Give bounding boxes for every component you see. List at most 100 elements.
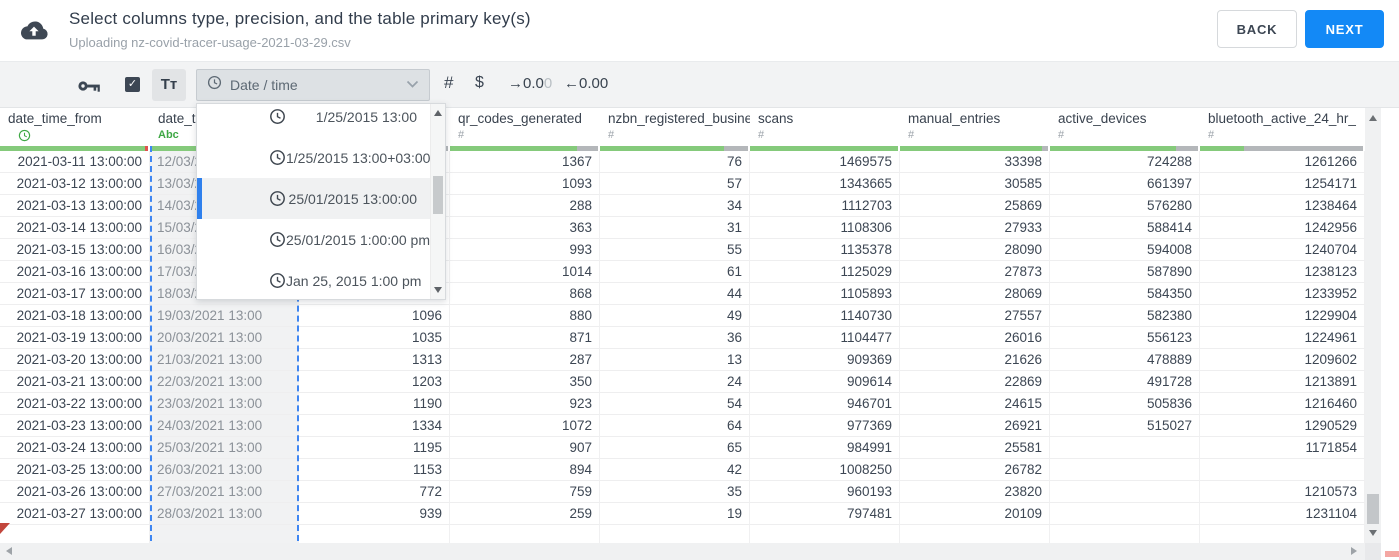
scroll-right-arrow-icon[interactable] — [1351, 547, 1357, 555]
table-cell[interactable]: 65 — [600, 437, 750, 459]
table-cell[interactable]: 1224961 — [1200, 327, 1365, 349]
table-cell[interactable]: 1195 — [299, 437, 450, 459]
table-cell[interactable]: 24615 — [900, 393, 1050, 415]
table-cell[interactable]: 1238464 — [1200, 195, 1365, 217]
table-cell[interactable]: 1112703 — [750, 195, 900, 217]
table-cell[interactable] — [1050, 459, 1200, 481]
table-cell[interactable]: 49 — [600, 305, 750, 327]
table-cell[interactable]: 2021-03-11 13:00:00 — [0, 151, 150, 173]
table-cell[interactable]: 1135378 — [750, 239, 900, 261]
format-option[interactable]: 1/25/2015 13:00+03:00 — [197, 137, 430, 178]
table-cell[interactable]: 1104477 — [750, 327, 900, 349]
scroll-up-arrow-icon[interactable] — [434, 110, 442, 116]
table-cell[interactable]: 28069 — [900, 283, 1050, 305]
table-cell[interactable]: 31 — [600, 217, 750, 239]
table-cell[interactable]: 1334 — [299, 415, 450, 437]
table-cell[interactable]: 23820 — [900, 481, 1050, 503]
table-cell[interactable]: 1203 — [299, 371, 450, 393]
table-cell[interactable]: 939 — [299, 503, 450, 525]
table-cell[interactable]: 20/03/2021 13:00 — [150, 327, 299, 349]
format-option[interactable]: 25/01/2015 1:00:00 pm — [197, 219, 430, 260]
table-cell[interactable] — [1050, 437, 1200, 459]
table-cell[interactable]: 993 — [450, 239, 600, 261]
decimal-decrease-button[interactable]: →0.00 — [508, 75, 552, 92]
table-cell[interactable]: 1008250 — [750, 459, 900, 481]
table-cell[interactable]: 2021-03-19 13:00:00 — [0, 327, 150, 349]
table-cell[interactable]: 2021-03-12 13:00:00 — [0, 173, 150, 195]
format-option[interactable]: 1/25/2015 13:00 — [197, 104, 430, 137]
table-cell[interactable]: 868 — [450, 283, 600, 305]
table-cell[interactable]: 33398 — [900, 151, 1050, 173]
table-cell[interactable]: 61 — [600, 261, 750, 283]
table-cell[interactable]: 2021-03-25 13:00:00 — [0, 459, 150, 481]
table-cell[interactable]: 1014 — [450, 261, 600, 283]
table-cell[interactable]: 1035 — [299, 327, 450, 349]
table-cell[interactable]: 54 — [600, 393, 750, 415]
table-cell[interactable]: 1213891 — [1200, 371, 1365, 393]
table-cell[interactable]: 724288 — [1050, 151, 1200, 173]
table-cell[interactable]: 27/03/2021 13:00 — [150, 481, 299, 503]
table-cell[interactable]: 894 — [450, 459, 600, 481]
table-cell[interactable]: 35 — [600, 481, 750, 503]
table-cell[interactable]: 1171854 — [1200, 437, 1365, 459]
table-cell[interactable]: 588414 — [1050, 217, 1200, 239]
table-cell[interactable]: 2021-03-23 13:00:00 — [0, 415, 150, 437]
table-cell[interactable]: 259 — [450, 503, 600, 525]
table-cell[interactable]: 23/03/2021 13:00 — [150, 393, 299, 415]
table-cell[interactable]: 594008 — [1050, 239, 1200, 261]
table-cell[interactable]: 2021-03-18 13:00:00 — [0, 305, 150, 327]
table-cell[interactable]: 2021-03-20 13:00:00 — [0, 349, 150, 371]
table-cell[interactable]: 797481 — [750, 503, 900, 525]
table-cell[interactable]: 64 — [600, 415, 750, 437]
table-cell[interactable]: 977369 — [750, 415, 900, 437]
table-cell[interactable]: 27933 — [900, 217, 1050, 239]
table-cell[interactable]: 1105893 — [750, 283, 900, 305]
table-cell[interactable]: 1367 — [450, 151, 600, 173]
table-cell[interactable]: 1233952 — [1200, 283, 1365, 305]
table-cell[interactable]: 1313 — [299, 349, 450, 371]
column-header[interactable]: active_devices # — [1050, 108, 1200, 151]
back-button[interactable]: BACK — [1217, 10, 1297, 48]
table-cell[interactable]: 27557 — [900, 305, 1050, 327]
table-cell[interactable]: 584350 — [1050, 283, 1200, 305]
table-cell[interactable]: 960193 — [750, 481, 900, 503]
table-cell[interactable]: 1242956 — [1200, 217, 1365, 239]
table-cell[interactable]: 19/03/2021 13:00 — [150, 305, 299, 327]
table-cell[interactable]: 36 — [600, 327, 750, 349]
page-scrollbar-thumb[interactable] — [1385, 551, 1399, 557]
table-cell[interactable]: 26782 — [900, 459, 1050, 481]
table-cell[interactable]: 907 — [450, 437, 600, 459]
table-vertical-scrollbar[interactable] — [1365, 108, 1381, 543]
table-cell[interactable]: 909369 — [750, 349, 900, 371]
table-cell[interactable]: 26/03/2021 13:00 — [150, 459, 299, 481]
table-cell[interactable]: 44 — [600, 283, 750, 305]
table-cell[interactable]: 24 — [600, 371, 750, 393]
table-cell[interactable] — [1050, 481, 1200, 503]
column-header[interactable]: nzbn_registered_busine # — [600, 108, 750, 151]
dropdown-scrollbar[interactable] — [430, 104, 445, 299]
table-cell[interactable]: 2021-03-16 13:00:00 — [0, 261, 150, 283]
scroll-up-arrow-icon[interactable] — [1368, 115, 1377, 121]
table-cell[interactable]: 42 — [600, 459, 750, 481]
table-cell[interactable]: 2021-03-14 13:00:00 — [0, 217, 150, 239]
table-cell[interactable]: 288 — [450, 195, 600, 217]
table-cell[interactable]: 1216460 — [1200, 393, 1365, 415]
table-cell[interactable]: 363 — [450, 217, 600, 239]
table-cell[interactable]: 25/03/2021 13:00 — [150, 437, 299, 459]
scroll-down-arrow-icon[interactable] — [434, 287, 442, 293]
column-header[interactable]: date_time_from — [0, 108, 150, 151]
table-cell[interactable]: 57 — [600, 173, 750, 195]
table-cell[interactable]: 505836 — [1050, 393, 1200, 415]
table-cell[interactable]: 946701 — [750, 393, 900, 415]
table-cell[interactable]: 515027 — [1050, 415, 1200, 437]
include-column-checkbox[interactable]: ✓ — [125, 77, 140, 92]
table-cell[interactable]: 2021-03-27 13:00:00 — [0, 503, 150, 525]
table-cell[interactable]: 13 — [600, 349, 750, 371]
column-header[interactable]: scans # — [750, 108, 900, 151]
table-cell[interactable]: 2021-03-15 13:00:00 — [0, 239, 150, 261]
table-cell[interactable]: 1209602 — [1200, 349, 1365, 371]
table-cell[interactable]: 1231104 — [1200, 503, 1365, 525]
table-cell[interactable]: 491728 — [1050, 371, 1200, 393]
table-cell[interactable]: 871 — [450, 327, 600, 349]
table-cell[interactable]: 1190 — [299, 393, 450, 415]
